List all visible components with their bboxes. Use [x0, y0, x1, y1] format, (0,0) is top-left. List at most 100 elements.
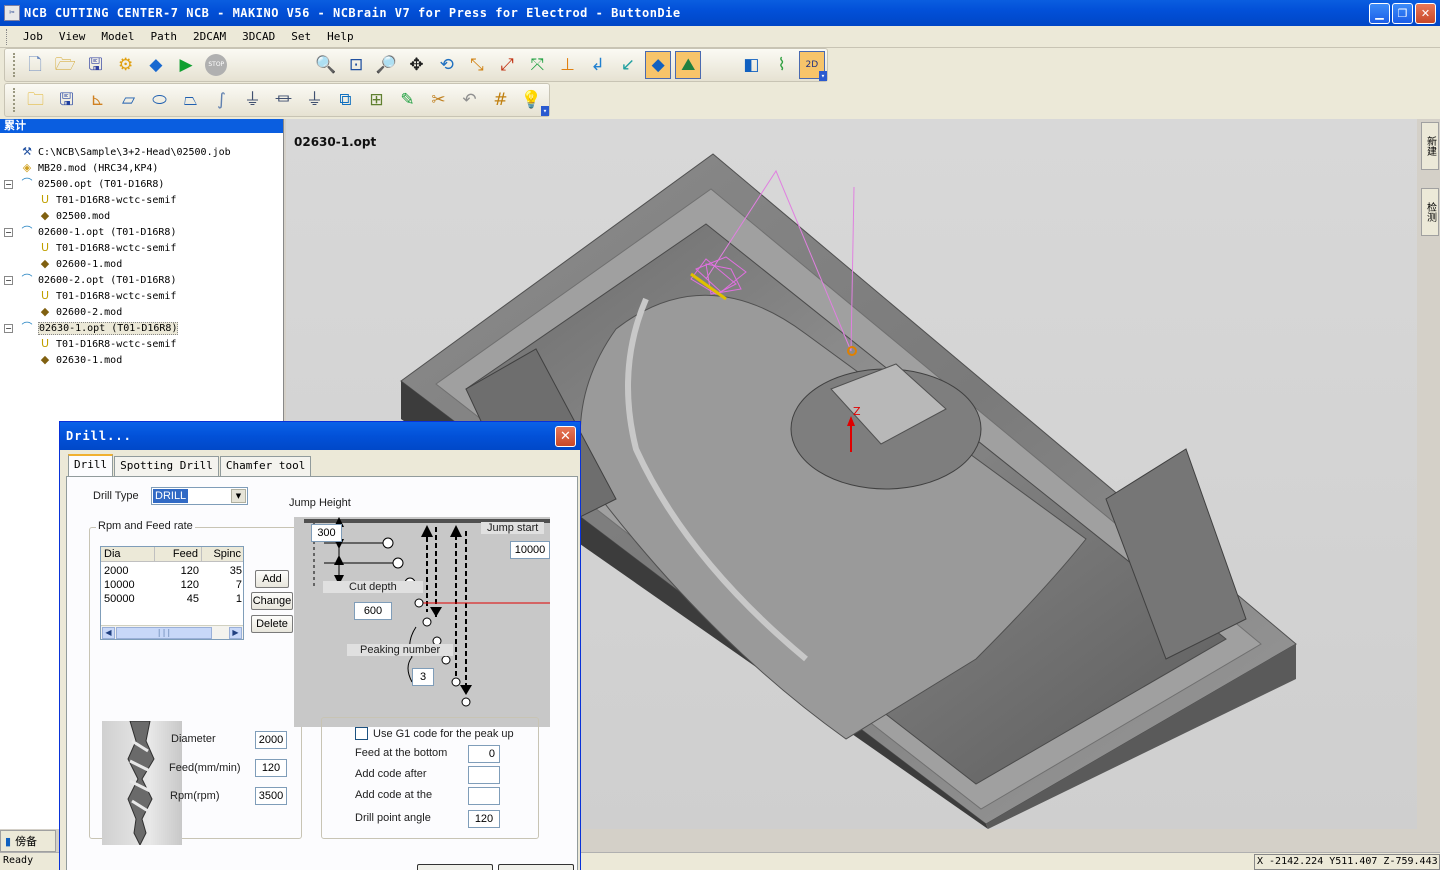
new-job-icon[interactable]: 🗁: [52, 51, 78, 79]
close-button[interactable]: ✕: [1415, 3, 1436, 24]
menu-set[interactable]: Set: [283, 30, 319, 43]
tree-item[interactable]: ◆ 02600-1.mod: [38, 256, 122, 272]
side-tab-new[interactable]: 新建: [1421, 122, 1439, 170]
tab-chamfer-tool[interactable]: Chamfer tool: [219, 456, 312, 476]
scroll-thumb[interactable]: |||: [116, 627, 212, 639]
menu-view[interactable]: View: [51, 30, 94, 43]
chevron-down-icon[interactable]: ▼: [231, 489, 246, 503]
tree-item[interactable]: ⌒ 02630-1.opt (T01-D16R8): [20, 320, 179, 336]
ncb-app-icon[interactable]: ✂: [4, 5, 20, 21]
scroll-left-icon[interactable]: ◀: [102, 627, 115, 639]
run-icon[interactable]: ▶: [173, 51, 199, 79]
tab-drill[interactable]: Drill: [68, 454, 114, 476]
change-button[interactable]: Change: [251, 592, 293, 610]
tree-item[interactable]: ◆ 02630-1.mod: [38, 352, 122, 368]
view-top-icon[interactable]: ↙: [615, 51, 641, 79]
dialog-close-button[interactable]: ✕: [555, 426, 576, 447]
chip-icon[interactable]: ⊞: [363, 86, 390, 114]
add-button[interactable]: Add: [255, 570, 289, 588]
menu-help[interactable]: Help: [319, 30, 362, 43]
drill-type-select[interactable]: DRILL ▼: [151, 487, 248, 505]
tree-item[interactable]: U T01-D16R8-wctc-semif: [38, 240, 176, 256]
table-row[interactable]: 10000 120 7: [101, 579, 243, 592]
jump-height-input[interactable]: 300: [311, 524, 342, 542]
zoom-window-icon[interactable]: 🔍: [313, 51, 339, 79]
rpm-feed-table[interactable]: Dia Feed Spinc 2000 120 35 10000 120 7 50000 45…: [100, 546, 244, 640]
menu-path[interactable]: Path: [143, 30, 186, 43]
feed-input[interactable]: 120: [255, 759, 287, 777]
add-code-after-input[interactable]: [468, 766, 500, 784]
tool-2-icon[interactable]: ⏛: [270, 86, 297, 114]
toolpath-icon[interactable]: ⌇: [769, 51, 795, 79]
rpm-input[interactable]: 3500: [255, 787, 287, 805]
menu-2dcam[interactable]: 2DCAM: [185, 30, 234, 43]
pan-icon[interactable]: ✥: [403, 51, 429, 79]
save-icon[interactable]: 🖫: [82, 51, 108, 79]
peaking-number-input[interactable]: 3: [412, 668, 434, 686]
menu-job[interactable]: Job: [15, 30, 51, 43]
jump-start-input[interactable]: 10000: [510, 541, 550, 559]
tree-item[interactable]: ⚒ C:\NCB\Sample\3+2-Head\02500.job: [20, 144, 231, 160]
toolbar2-overflow-icon[interactable]: ▾: [541, 106, 549, 116]
rotate-icon[interactable]: ⟲: [434, 51, 460, 79]
view-iso-icon[interactable]: ⤧: [524, 51, 550, 79]
view-x-icon[interactable]: ⤡: [464, 51, 490, 79]
menu-3dcad[interactable]: 3DCAD: [234, 30, 283, 43]
add-code-at-input[interactable]: [468, 787, 500, 805]
tree-expand-toggle[interactable]: −: [4, 228, 13, 237]
axis-icon[interactable]: ⊾: [84, 86, 111, 114]
view-shade-icon[interactable]: ◆: [645, 51, 672, 79]
tree-expand-toggle[interactable]: −: [4, 276, 13, 285]
tree-item[interactable]: ⌒ 02600-2.opt (T01-D16R8): [20, 272, 177, 288]
side-tab-check[interactable]: 检测: [1421, 188, 1439, 236]
column-spin[interactable]: Spinc: [202, 547, 243, 562]
tree-expand-toggle[interactable]: −: [4, 180, 13, 189]
transform-icon[interactable]: ⧉: [332, 86, 359, 114]
cube-icon[interactable]: ◆: [143, 51, 169, 79]
cut-icon[interactable]: ✂: [425, 86, 452, 114]
tab-spotting-drill[interactable]: Spotting Drill: [114, 456, 219, 476]
ellipse-icon[interactable]: ⬭: [146, 86, 173, 114]
tree-item[interactable]: ⌒ 02600-1.opt (T01-D16R8): [20, 224, 177, 240]
zoom-icon[interactable]: 🔎: [373, 51, 399, 79]
tool-1-icon[interactable]: ⏚: [239, 86, 266, 114]
shape-icon[interactable]: ⏢: [177, 86, 204, 114]
menu-model[interactable]: Model: [93, 30, 142, 43]
drill-point-angle-input[interactable]: 120: [468, 810, 500, 828]
new-file-icon[interactable]: 🗋: [22, 51, 48, 79]
view-z-icon[interactable]: ⤢: [494, 51, 520, 79]
tools-icon[interactable]: ⚙: [113, 51, 139, 79]
dialog-cancel-button[interactable]: [498, 864, 574, 870]
minimize-button[interactable]: ▁: [1369, 3, 1390, 24]
tree-item[interactable]: ◈ MB20.mod (HRC34,KP4): [20, 160, 159, 176]
tree-item[interactable]: U T01-D16R8-wctc-semif: [38, 288, 176, 304]
tree-item[interactable]: U T01-D16R8-wctc-semif: [38, 192, 176, 208]
tree-item[interactable]: ◆ 02500.mod: [38, 208, 110, 224]
bottom-panel-tab[interactable]: ▮ 傍备: [0, 830, 56, 852]
dialog-ok-button[interactable]: [417, 864, 493, 870]
curve-icon[interactable]: ∫: [208, 86, 235, 114]
save-disk-icon[interactable]: 🖫: [53, 86, 80, 114]
table-hscrollbar[interactable]: ◀ ||| ▶: [101, 625, 243, 639]
use-g1-checkbox[interactable]: [355, 727, 368, 740]
eraser-icon[interactable]: ▱: [115, 86, 142, 114]
column-dia[interactable]: Dia: [101, 547, 155, 562]
cut-depth-input[interactable]: 600: [354, 602, 392, 620]
undo-icon[interactable]: ↶: [456, 86, 483, 114]
stop-icon[interactable]: STOP: [203, 51, 229, 79]
delete-button[interactable]: Delete: [251, 615, 293, 633]
table-row[interactable]: 2000 120 35: [101, 565, 243, 578]
feed-bottom-input[interactable]: 0: [468, 745, 500, 763]
tree-item[interactable]: U T01-D16R8-wctc-semif: [38, 336, 176, 352]
view-wire-icon[interactable]: ⛰: [675, 51, 702, 79]
paint-icon[interactable]: ✎: [394, 86, 421, 114]
diameter-input[interactable]: 2000: [255, 731, 287, 749]
maximize-button[interactable]: ❐: [1392, 3, 1413, 24]
open-folder-icon[interactable]: 🗀: [22, 86, 49, 114]
table-row[interactable]: 50000 45 1: [101, 593, 243, 606]
simulation-icon[interactable]: ◧: [738, 51, 764, 79]
view-front-icon[interactable]: ⊥: [554, 51, 580, 79]
tree-expand-toggle[interactable]: −: [4, 324, 13, 333]
zoom-fit-icon[interactable]: ⊡: [343, 51, 369, 79]
toolbar-overflow-icon[interactable]: ▾: [819, 71, 827, 81]
